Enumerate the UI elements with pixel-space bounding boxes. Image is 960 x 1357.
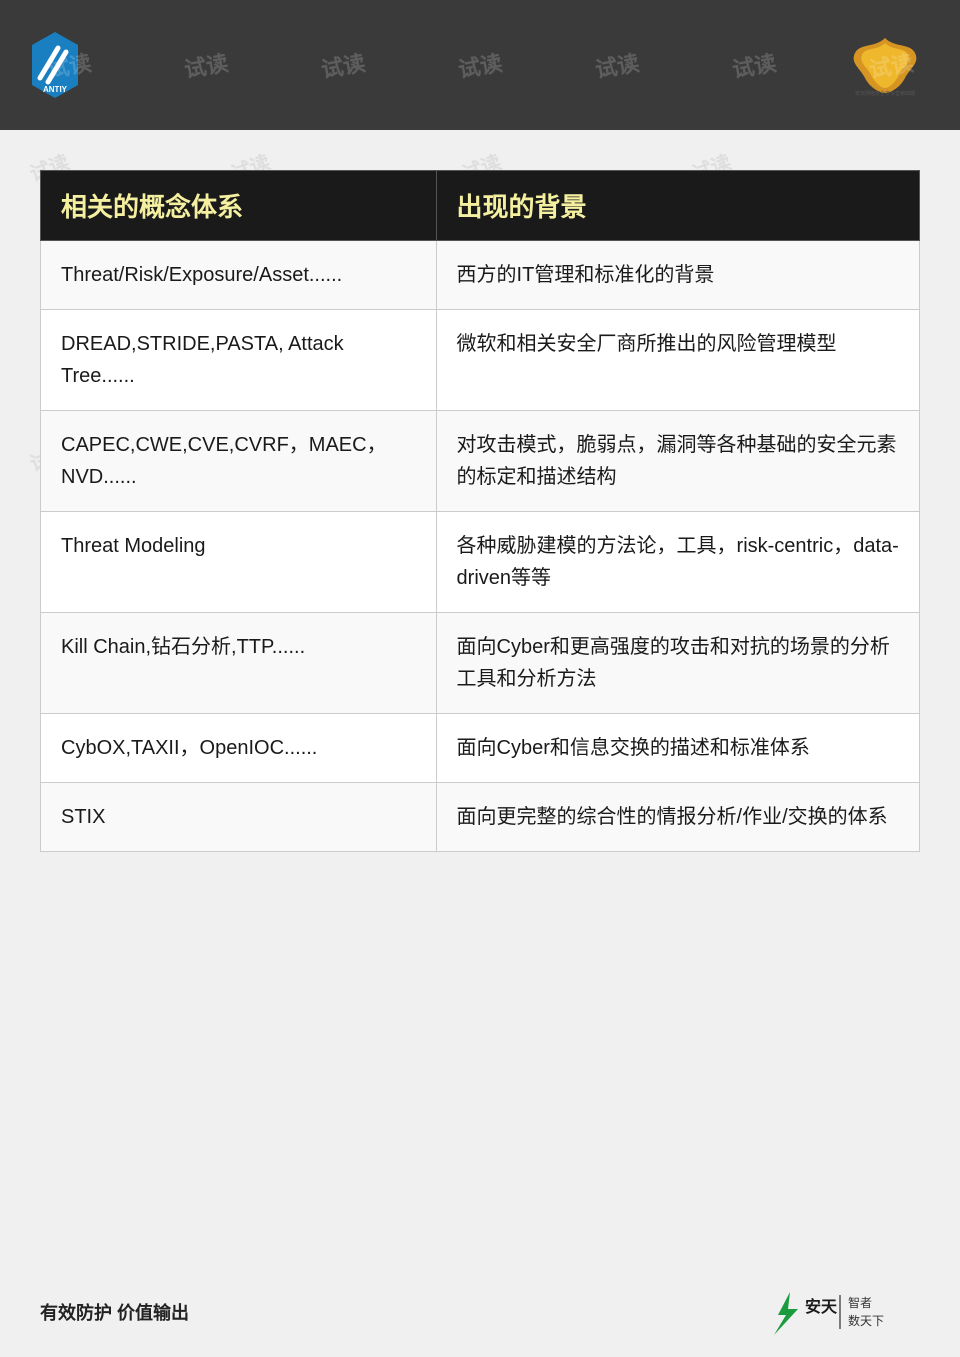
- footer-logo-icon: 安天 智者 数天下: [760, 1287, 920, 1337]
- table-row: DREAD,STRIDE,PASTA, Attack Tree......微软和…: [41, 310, 920, 411]
- table-cell-right: 微软和相关安全厂商所推出的风险管理模型: [436, 310, 919, 411]
- table-header-right: 出现的背景: [436, 171, 919, 241]
- table-cell-left: CAPEC,CWE,CVE,CVRF，MAEC，NVD......: [41, 411, 437, 512]
- table-cell-left: CybOX,TAXII，OpenIOC......: [41, 714, 437, 783]
- table-cell-right: 面向更完整的综合性的情报分析/作业/交换的体系: [436, 783, 919, 852]
- content-table: 相关的概念体系 出现的背景 Threat/Risk/Exposure/Asset…: [40, 170, 920, 852]
- right-logo-icon: ANTIY 安天网络安全冬令营第四期: [835, 33, 935, 98]
- svg-text:安天网络安全冬令营第四期: 安天网络安全冬令营第四期: [855, 90, 915, 97]
- svg-text:数天下: 数天下: [848, 1313, 884, 1328]
- main-content: 试读 试读 试读 试读 试读 试读 试读 试读 试读 试读 试读 试读 试读 试…: [0, 130, 960, 872]
- table-row: STIX面向更完整的综合性的情报分析/作业/交换的体系: [41, 783, 920, 852]
- table-cell-left: Threat Modeling: [41, 512, 437, 613]
- header-watermark: 试读: [730, 45, 779, 84]
- antiy-logo-icon: ANTIY: [20, 30, 90, 100]
- table-cell-left: Threat/Risk/Exposure/Asset......: [41, 241, 437, 310]
- table-cell-right: 面向Cyber和信息交换的描述和标准体系: [436, 714, 919, 783]
- table-cell-right: 面向Cyber和更高强度的攻击和对抗的场景的分析工具和分析方法: [436, 613, 919, 714]
- footer-tagline: 有效防护 价值输出: [40, 1299, 189, 1325]
- table-row: Kill Chain,钻石分析,TTP......面向Cyber和更高强度的攻击…: [41, 613, 920, 714]
- footer-logo: 安天 智者 数天下: [760, 1287, 920, 1337]
- table-cell-right: 对攻击模式，脆弱点，漏洞等各种基础的安全元素的标定和描述结构: [436, 411, 919, 512]
- header-watermark-container: 试读 试读 试读 试读 试读 试读 试读: [0, 0, 960, 130]
- header-watermark: 试读: [456, 45, 505, 84]
- table-cell-left: Kill Chain,钻石分析,TTP......: [41, 613, 437, 714]
- footer: 有效防护 价值输出 安天 智者 数天下: [0, 1287, 960, 1337]
- header-right-logo: ANTIY 安天网络安全冬令营第四期: [830, 25, 940, 105]
- svg-text:ANTIY: ANTIY: [43, 85, 68, 94]
- table-cell-left: DREAD,STRIDE,PASTA, Attack Tree......: [41, 310, 437, 411]
- header-watermark: 试读: [593, 45, 642, 84]
- svg-text:安天: 安天: [805, 1297, 838, 1316]
- svg-text:智者: 智者: [848, 1295, 872, 1310]
- logo-area: ANTIY: [20, 30, 90, 100]
- table-row: Threat/Risk/Exposure/Asset......西方的IT管理和…: [41, 241, 920, 310]
- header-watermark: 试读: [318, 45, 367, 84]
- table-cell-right: 西方的IT管理和标准化的背景: [436, 241, 919, 310]
- table-row: CybOX,TAXII，OpenIOC......面向Cyber和信息交换的描述…: [41, 714, 920, 783]
- table-row: Threat Modeling各种威胁建模的方法论，工具，risk-centri…: [41, 512, 920, 613]
- table-header-left: 相关的概念体系: [41, 171, 437, 241]
- header-watermark: 试读: [181, 45, 230, 84]
- header: ANTIY 试读 试读 试读 试读 试读 试读 试读 ANTIY 安天网络安全冬…: [0, 0, 960, 130]
- table-cell-right: 各种威胁建模的方法论，工具，risk-centric，data-driven等等: [436, 512, 919, 613]
- table-cell-left: STIX: [41, 783, 437, 852]
- table-row: CAPEC,CWE,CVE,CVRF，MAEC，NVD......对攻击模式，脆…: [41, 411, 920, 512]
